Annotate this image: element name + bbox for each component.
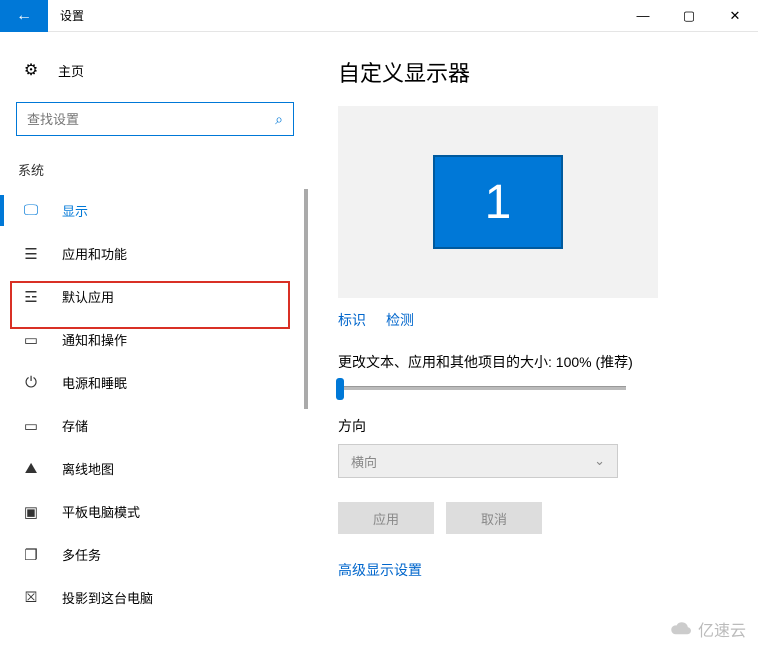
category-label: 系统 — [0, 154, 310, 189]
page-heading: 自定义显示器 — [338, 56, 730, 88]
orientation-label: 方向 — [338, 416, 730, 436]
sidebar-item-label: 多任务 — [62, 545, 101, 564]
sidebar-item-multitask[interactable]: ❐ 多任务 — [0, 533, 310, 576]
apply-button: 应用 — [338, 502, 434, 534]
scale-slider[interactable] — [338, 386, 626, 390]
sidebar: ⚙ 主页 ⌕ 系统 🖵 显示 ☰ 应用和功能 ☲ 默认应用 ▭ 通知和操作 — [0, 32, 310, 649]
detect-link[interactable]: 检测 — [386, 310, 414, 330]
search-input[interactable] — [27, 112, 275, 127]
monitor-icon: 🖵 — [22, 202, 40, 219]
advanced-display-link[interactable]: 高级显示设置 — [338, 562, 422, 578]
action-buttons: 应用 取消 — [338, 502, 730, 534]
orientation-dropdown: 横向 ⌄ — [338, 444, 618, 478]
window-controls: — ▢ ✕ — [620, 0, 758, 32]
display-preview[interactable]: 1 — [338, 106, 658, 298]
list-icon: ☰ — [22, 245, 40, 263]
sidebar-item-storage[interactable]: ▭ 存储 — [0, 404, 310, 447]
power-icon: ⏻ — [22, 374, 40, 391]
sidebar-item-label: 通知和操作 — [62, 330, 127, 349]
window-title: 设置 — [60, 7, 84, 24]
display-actions: 标识 检测 — [338, 310, 730, 330]
back-button[interactable]: ← — [0, 0, 48, 32]
monitor-number: 1 — [485, 175, 512, 230]
list-settings-icon: ☲ — [22, 288, 40, 306]
search-box[interactable]: ⌕ — [16, 102, 294, 136]
orientation-value: 横向 — [351, 452, 377, 471]
identify-link[interactable]: 标识 — [338, 310, 366, 330]
sidebar-item-label: 应用和功能 — [62, 244, 127, 263]
sidebar-item-label: 存储 — [62, 416, 88, 435]
sidebar-item-tablet[interactable]: ▣ 平板电脑模式 — [0, 490, 310, 533]
cloud-icon — [666, 620, 694, 638]
sidebar-item-notifications[interactable]: ▭ 通知和操作 — [0, 318, 310, 361]
message-icon: ▭ — [22, 331, 40, 349]
content: ⚙ 主页 ⌕ 系统 🖵 显示 ☰ 应用和功能 ☲ 默认应用 ▭ 通知和操作 — [0, 32, 758, 649]
main-panel: 自定义显示器 1 标识 检测 更改文本、应用和其他项目的大小: 100% (推荐… — [310, 32, 758, 649]
sidebar-item-power[interactable]: ⏻ 电源和睡眠 — [0, 361, 310, 404]
titlebar: ← 设置 — ▢ ✕ — [0, 0, 758, 32]
sidebar-item-project[interactable]: ⮽ 投影到这台电脑 — [0, 576, 310, 619]
watermark-text: 亿速云 — [698, 617, 746, 641]
sidebar-item-label: 投影到这台电脑 — [62, 588, 153, 607]
gear-icon: ⚙ — [22, 60, 40, 80]
minimize-icon: — — [637, 8, 650, 23]
sidebar-item-maps[interactable]: ⛰ 离线地图 — [0, 447, 310, 490]
home-label: 主页 — [58, 61, 84, 80]
sidebar-item-label: 离线地图 — [62, 459, 114, 478]
slider-thumb[interactable] — [336, 378, 344, 400]
scrollbar-thumb[interactable] — [304, 189, 308, 409]
sidebar-item-label: 平板电脑模式 — [62, 502, 140, 521]
home-link[interactable]: ⚙ 主页 — [0, 50, 310, 90]
close-icon: ✕ — [730, 8, 741, 24]
tablet-icon: ▣ — [22, 503, 40, 521]
map-icon: ⛰ — [22, 460, 40, 477]
nav-list: 🖵 显示 ☰ 应用和功能 ☲ 默认应用 ▭ 通知和操作 ⏻ 电源和睡眠 ▭ 存储 — [0, 189, 310, 619]
maximize-button[interactable]: ▢ — [666, 0, 712, 32]
chevron-down-icon: ⌄ — [594, 453, 605, 469]
storage-icon: ▭ — [22, 417, 40, 435]
watermark: 亿速云 — [666, 617, 746, 641]
search-icon: ⌕ — [275, 111, 283, 128]
scale-label: 更改文本、应用和其他项目的大小: 100% (推荐) — [338, 352, 730, 372]
sidebar-item-label: 默认应用 — [62, 287, 114, 306]
monitor-1[interactable]: 1 — [433, 155, 563, 249]
sidebar-item-label: 电源和睡眠 — [62, 373, 127, 392]
scrollbar[interactable] — [304, 189, 308, 619]
sidebar-item-apps[interactable]: ☰ 应用和功能 — [0, 232, 310, 275]
project-icon: ⮽ — [22, 589, 40, 606]
sidebar-item-label: 显示 — [62, 201, 88, 220]
sidebar-item-default-apps[interactable]: ☲ 默认应用 — [0, 275, 310, 318]
multitask-icon: ❐ — [22, 546, 40, 564]
arrow-left-icon: ← — [16, 7, 32, 25]
minimize-button[interactable]: — — [620, 0, 666, 32]
sidebar-item-display[interactable]: 🖵 显示 — [0, 189, 310, 232]
cancel-button: 取消 — [446, 502, 542, 534]
close-button[interactable]: ✕ — [712, 0, 758, 32]
maximize-icon: ▢ — [683, 8, 695, 24]
